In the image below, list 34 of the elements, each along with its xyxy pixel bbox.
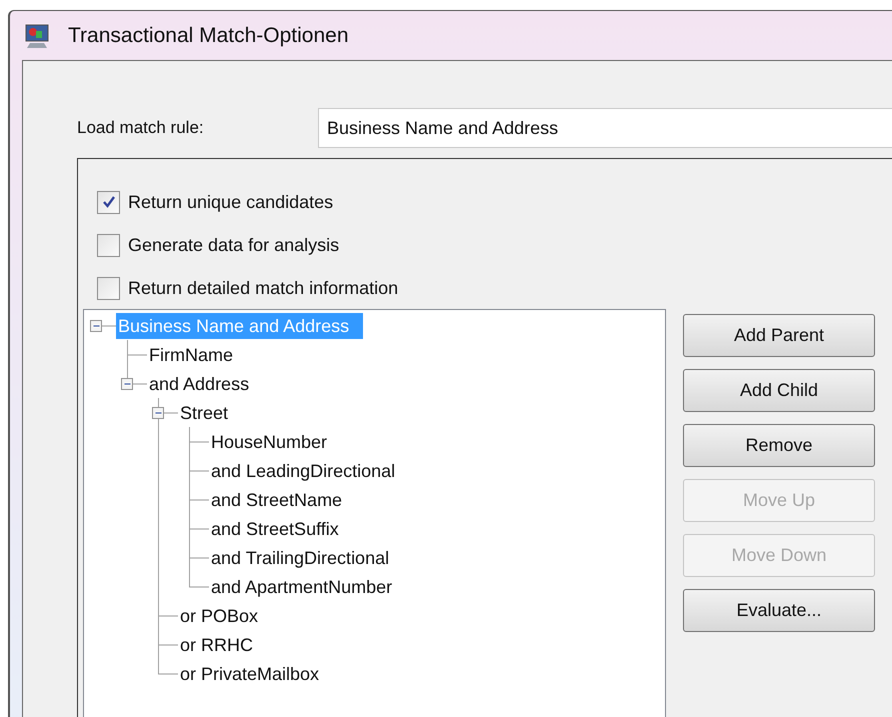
match-rule-field[interactable]: Business Name and Address <box>318 108 892 148</box>
checkbox[interactable] <box>97 234 120 256</box>
tree-item[interactable]: and TrailingDirectional <box>209 544 392 570</box>
collapse-icon[interactable] <box>152 407 164 419</box>
tree-item[interactable]: and StreetName <box>209 486 344 512</box>
tree-item[interactable]: and ApartmentNumber <box>209 574 394 600</box>
window-title: Transactional Match-Optionen <box>68 22 349 49</box>
load-rule-label: Load match rule: <box>77 117 205 140</box>
checkbox[interactable] <box>97 190 120 214</box>
monitor-icon <box>24 22 50 48</box>
tree-line <box>158 456 209 485</box>
action-button[interactable]: Add Child <box>683 369 875 412</box>
tree-line <box>158 514 209 543</box>
tree-item[interactable]: or PrivateMailbox <box>178 660 322 686</box>
action-button[interactable]: Evaluate... <box>683 589 875 632</box>
tree-item[interactable]: or RRHC <box>178 632 256 658</box>
option-label: Return unique candidates <box>128 190 334 214</box>
tree-item[interactable]: or POBox <box>178 602 260 628</box>
option-label: Return detailed match information <box>128 276 398 300</box>
tree-line <box>158 543 209 572</box>
tree-item[interactable]: and StreetSuffix <box>209 516 341 542</box>
check-icon <box>102 195 116 209</box>
tree-line <box>158 485 209 514</box>
collapse-icon[interactable] <box>121 378 133 390</box>
collapse-icon[interactable] <box>90 320 102 332</box>
checkbox[interactable] <box>97 276 120 300</box>
tree-item[interactable]: HouseNumber <box>209 428 330 454</box>
action-button[interactable]: Add Parent <box>683 314 875 357</box>
tree-item[interactable]: and LeadingDirectional <box>209 458 398 484</box>
tree-item[interactable]: and Address <box>147 370 252 396</box>
option-label: Generate data for analysis <box>128 234 340 257</box>
tree-item[interactable]: Street <box>178 400 230 426</box>
action-button[interactable]: Remove <box>683 424 875 467</box>
tree-item[interactable]: FirmName <box>147 342 235 368</box>
